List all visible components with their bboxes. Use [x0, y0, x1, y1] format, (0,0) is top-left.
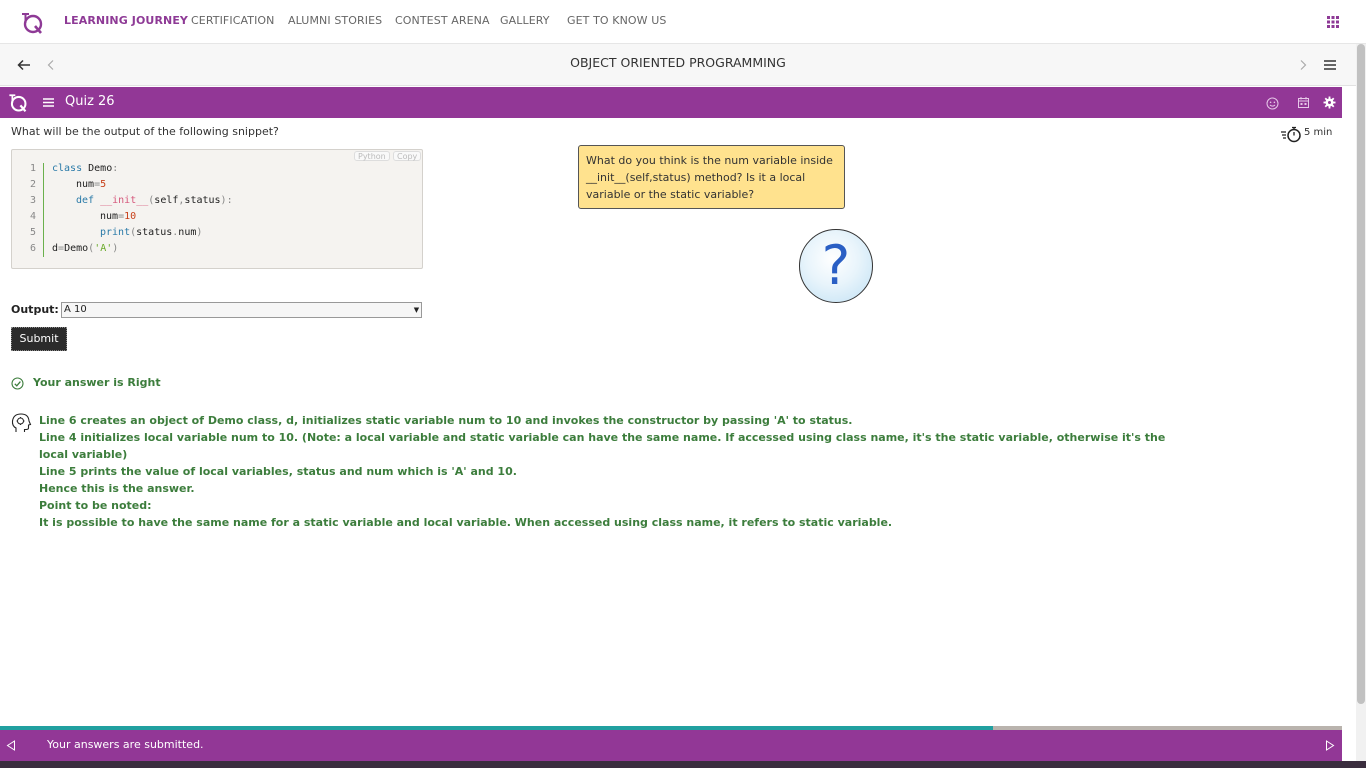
timer-label: 5 min: [1304, 127, 1333, 138]
quiz-toolbar: [0, 87, 1342, 118]
result-message: Your answer is Right: [33, 376, 161, 389]
chevron-right-icon[interactable]: [1298, 59, 1308, 71]
play-left-icon[interactable]: [6, 740, 16, 751]
nav-gallery[interactable]: GALLERY: [500, 14, 550, 27]
line-number: 2: [29, 179, 36, 190]
nav-learning-journey[interactable]: LEARNING JOURNEY: [64, 14, 188, 27]
settings-icon[interactable]: [1323, 96, 1336, 109]
code-gutter-line: [43, 163, 44, 257]
submit-button[interactable]: Submit: [11, 327, 67, 351]
hamburger-menu-icon[interactable]: [42, 97, 55, 108]
code-line: num=10: [100, 211, 137, 222]
explanation-line: Line 4 initializes local variable num to…: [39, 431, 1166, 444]
nav-certification[interactable]: CERTIFICATION: [191, 14, 275, 27]
line-number: 1: [29, 163, 36, 174]
line-number: 4: [29, 211, 36, 222]
course-title: OBJECT ORIENTED PROGRAMMING: [570, 55, 786, 70]
explanation-line: It is possible to have the same name for…: [39, 516, 893, 529]
explanation-line: local variable): [39, 448, 128, 461]
explanation-line: Point to be noted:: [39, 499, 152, 512]
code-line: d=Demo('A'): [52, 243, 119, 254]
tq-logo[interactable]: [18, 9, 44, 35]
output-label: Output:: [11, 303, 59, 316]
chevron-down-icon[interactable]: ▼: [411, 302, 422, 318]
output-select[interactable]: A 10: [61, 302, 422, 318]
nav-alumni-stories[interactable]: ALUMNI STORIES: [288, 14, 382, 27]
explanation-line: Hence this is the answer.: [39, 482, 195, 495]
line-number: 5: [29, 227, 36, 238]
explanation-line: Line 6 creates an object of Demo class, …: [39, 414, 853, 427]
code-line: class Demo:: [52, 163, 119, 174]
smiley-icon[interactable]: [1266, 97, 1279, 110]
code-line: num=5: [76, 179, 107, 190]
line-number: 6: [29, 243, 36, 254]
explanation-line: Line 5 prints the value of local variabl…: [39, 465, 517, 478]
check-circle-icon: [11, 377, 24, 390]
question-text: What will be the output of the following…: [11, 125, 279, 138]
calendar-icon[interactable]: [1297, 96, 1310, 109]
submission-status: Your answers are submitted.: [47, 738, 204, 751]
thinking-head-icon: [11, 413, 32, 432]
play-right-icon[interactable]: [1325, 740, 1335, 751]
nav-contest-arena[interactable]: CONTEST ARENA: [395, 14, 490, 27]
code-language-badge: Python: [354, 151, 390, 161]
nav-get-to-know-us[interactable]: GET TO KNOW US: [567, 14, 666, 27]
scrollbar-thumb[interactable]: [1357, 44, 1365, 704]
stopwatch-icon: [1281, 126, 1301, 143]
hint-callout: What do you think is the num variable in…: [578, 145, 845, 209]
hamburger-menu-icon[interactable]: [1323, 59, 1337, 71]
line-number: 3: [29, 195, 36, 206]
quiz-title: Quiz 26: [65, 94, 115, 109]
code-line: print(status.num): [100, 227, 203, 238]
code-line: def __init__(self,status):: [76, 195, 233, 206]
question-mark-glyph: ?: [821, 234, 851, 297]
copy-code-button[interactable]: Copy: [393, 151, 422, 161]
bottom-edge-strip: [0, 761, 1366, 768]
tq-logo[interactable]: [6, 91, 28, 113]
apps-grid-icon[interactable]: [1326, 15, 1340, 29]
